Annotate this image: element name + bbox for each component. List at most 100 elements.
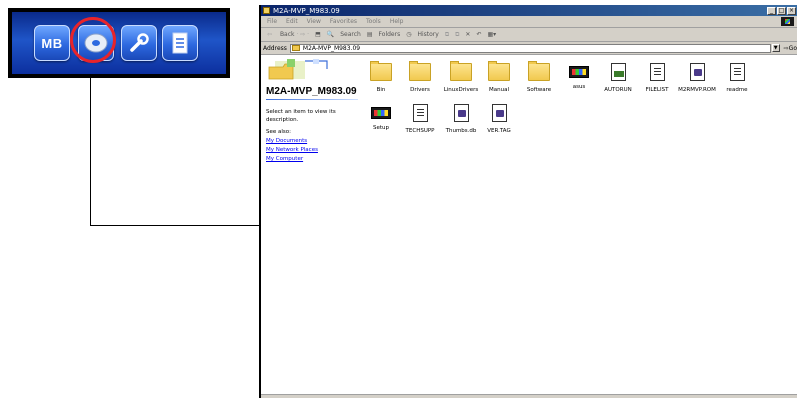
menu-favorites[interactable]: Favorites	[330, 18, 357, 25]
link-my-documents[interactable]: My Documents	[266, 138, 307, 144]
search-label: Search	[340, 31, 361, 38]
address-bar: Address M2A-MVP_M983.09 ▼ ⇨Go	[261, 42, 797, 55]
folder-icon	[409, 61, 431, 81]
window-title: M2A-MVP_M983.09	[273, 6, 340, 15]
file-name: LinuxDrivers	[443, 87, 479, 93]
folder-header-graphic	[268, 59, 328, 80]
mb-label: MB	[41, 35, 63, 51]
file-item-m2rmvp-rom[interactable]: M2RMVP.ROM	[677, 63, 717, 93]
connector-line-horizontal	[90, 225, 260, 226]
file-name: readme	[726, 87, 748, 93]
file-name: VER.TAG	[487, 128, 511, 134]
menu-view[interactable]: View	[307, 18, 321, 25]
launcher-bar: MB	[8, 8, 230, 78]
up-folder-icon[interactable]: ⬒	[315, 31, 321, 38]
menu-file[interactable]: File	[267, 18, 277, 25]
file-item-thumbs-db[interactable]: Thumbs.db	[441, 104, 481, 134]
folders-button[interactable]: ▤ Folders	[367, 31, 400, 38]
history-button[interactable]: ◷ History	[406, 31, 439, 38]
history-label: History	[417, 31, 439, 38]
file-name: Setup	[372, 125, 389, 131]
undo-icon[interactable]: ↶	[476, 31, 481, 38]
file-item-software[interactable]: Software	[519, 61, 559, 93]
file-name: Drivers	[410, 87, 430, 93]
file-name: FILELIST	[645, 87, 669, 93]
file-item-manual[interactable]: Manual	[479, 61, 519, 93]
file-item-autorun[interactable]: AUTORUN	[598, 63, 638, 93]
file-name: Manual	[489, 87, 509, 93]
folder-icon	[528, 61, 550, 81]
file-item-linuxdrivers[interactable]: LinuxDrivers	[441, 61, 481, 93]
mb-button[interactable]: MB	[34, 25, 70, 61]
exe-icon	[371, 107, 391, 119]
maximize-button[interactable]: □	[777, 6, 786, 15]
minimize-button[interactable]: _	[767, 6, 776, 15]
file-item-asus[interactable]: asus	[559, 63, 599, 90]
title-bar: M2A-MVP_M983.09 _ □ ×	[261, 5, 797, 16]
file-item-ver-tag[interactable]: VER.TAG	[479, 104, 519, 134]
search-button[interactable]: 🔍 Search	[327, 31, 361, 38]
doc-icon	[729, 63, 745, 81]
windows-logo-icon	[781, 17, 794, 26]
file-name: AUTORUN	[604, 87, 632, 93]
doc-icon	[649, 63, 665, 81]
file-item-bin[interactable]: Bin	[361, 61, 401, 93]
file-item-drivers[interactable]: Drivers	[400, 61, 440, 93]
folder-icon	[488, 61, 510, 81]
description-text: Select an item to view its description.	[266, 109, 336, 123]
link-my-computer[interactable]: My Computer	[266, 156, 303, 162]
move-to-icon[interactable]: ⧉	[445, 31, 449, 39]
close-button[interactable]: ×	[787, 6, 796, 15]
file-name: M2RMVP.ROM	[678, 87, 716, 93]
launcher-panel: MB	[12, 12, 226, 74]
sys-icon	[453, 104, 469, 122]
file-name: TECHSUPP	[405, 128, 435, 134]
menu-tools[interactable]: Tools	[366, 18, 381, 25]
file-name: Thumbs.db	[445, 128, 477, 134]
file-item-readme[interactable]: readme	[717, 63, 757, 93]
folder-icon	[370, 61, 392, 81]
back-label: Back	[279, 31, 295, 38]
folders-label: Folders	[378, 31, 401, 38]
address-input[interactable]: M2A-MVP_M983.09	[289, 43, 771, 53]
document-icon	[172, 32, 188, 54]
link-my-network-places[interactable]: My Network Places	[266, 147, 318, 153]
menu-bar: File Edit View Favorites Tools Help	[261, 16, 797, 28]
views-icon[interactable]: ▦▾	[487, 31, 496, 38]
file-item-techsupp[interactable]: TECHSUPP	[400, 104, 440, 134]
back-button[interactable]: ⇦ Back · ⇨ ·	[267, 31, 309, 38]
wrench-icon	[130, 33, 149, 52]
folder-icon	[291, 45, 300, 51]
title-divider	[266, 99, 358, 100]
file-item-filelist[interactable]: FILELIST	[637, 63, 677, 93]
sys-icon	[491, 104, 507, 122]
doc-icon	[412, 104, 428, 122]
sys-icon	[689, 63, 705, 81]
see-also-label: See also:	[266, 129, 291, 135]
toolbar: ⇦ Back · ⇨ · ⬒ 🔍 Search ▤ Folders ◷ History…	[261, 28, 797, 42]
connector-line-vertical	[90, 78, 91, 226]
file-item-setup[interactable]: Setup	[361, 104, 401, 131]
address-dropdown-button[interactable]: ▼	[771, 44, 780, 52]
folder-title: M2A-MVP_M983.09	[266, 86, 357, 97]
highlight-ring	[70, 17, 116, 63]
documents-button[interactable]	[162, 25, 198, 61]
status-bar	[261, 394, 797, 398]
inf-icon	[610, 63, 626, 81]
exe-icon	[569, 66, 589, 78]
tools-button[interactable]	[121, 25, 157, 61]
delete-icon[interactable]: ✕	[465, 31, 470, 38]
copy-to-icon[interactable]: ⧉	[455, 31, 459, 39]
folder-icon	[263, 7, 270, 14]
explorer-window: M2A-MVP_M983.09 _ □ × File Edit View Fav…	[259, 5, 797, 398]
file-name: asus	[572, 84, 586, 90]
menu-edit[interactable]: Edit	[286, 18, 298, 25]
address-label: Address	[263, 44, 287, 52]
menu-help[interactable]: Help	[390, 18, 404, 25]
file-name: Software	[526, 87, 552, 93]
folder-icon	[450, 61, 472, 81]
file-name: Bin	[376, 87, 386, 93]
go-button[interactable]: ⇨Go	[784, 45, 797, 52]
go-label: Go	[788, 44, 797, 52]
address-value: M2A-MVP_M983.09	[302, 44, 361, 52]
